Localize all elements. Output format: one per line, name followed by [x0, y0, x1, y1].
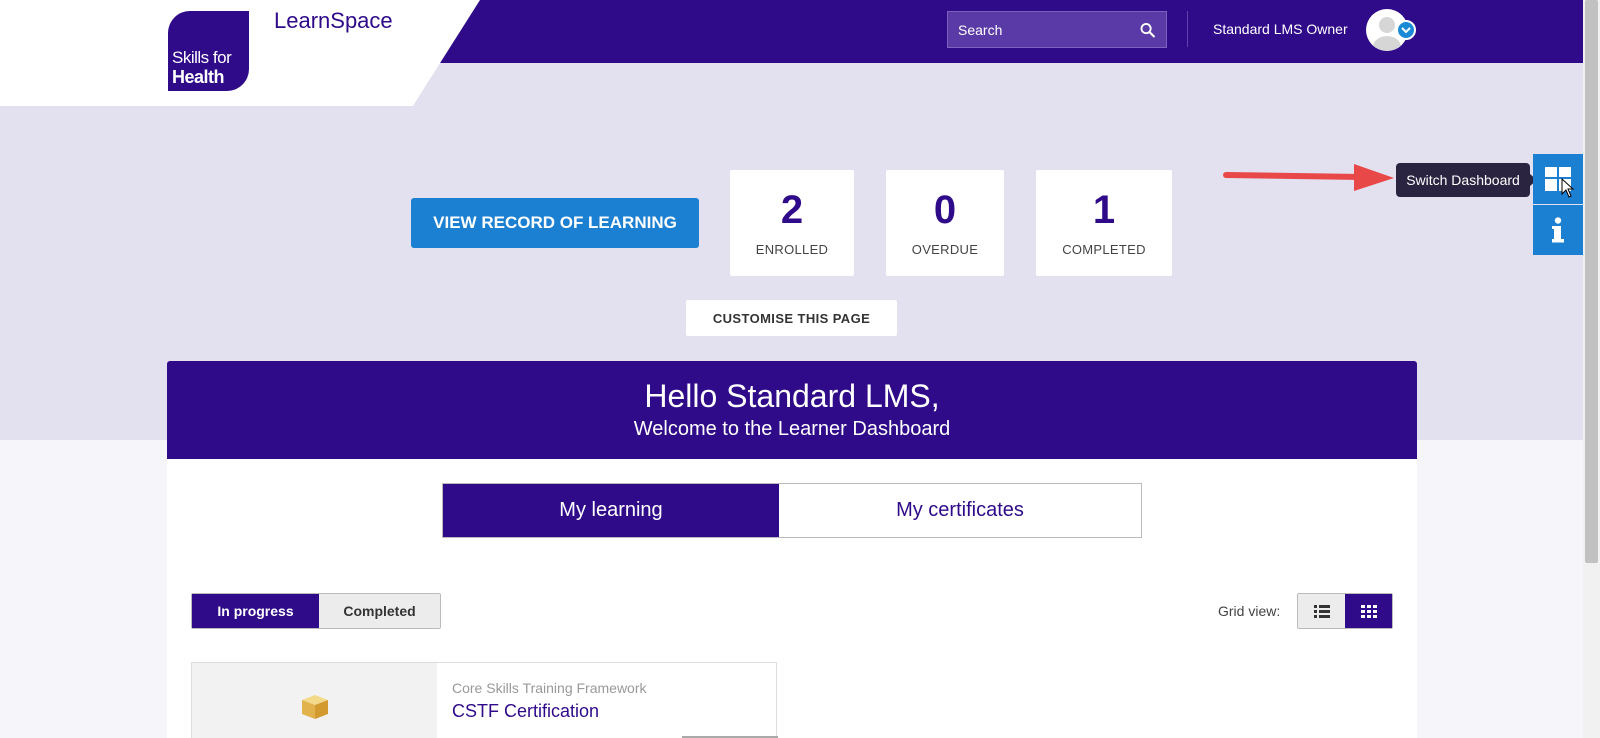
stat-overdue[interactable]: 0 OVERDUE	[886, 170, 1004, 276]
stat-enrolled-value: 2	[780, 188, 804, 232]
stat-completed[interactable]: 1 COMPLETED	[1036, 170, 1172, 276]
logo-line-2: Health	[172, 67, 225, 87]
welcome-greeting: Hello Standard LMS,	[644, 378, 940, 414]
header-divider	[1187, 11, 1188, 47]
customise-page-button[interactable]: CUSTOMISE THIS PAGE	[686, 300, 897, 336]
progress-filter: In progress Completed	[191, 593, 441, 629]
learning-tabs: My learning My certificates	[442, 483, 1142, 538]
search-input[interactable]	[958, 21, 1139, 38]
view-toggle	[1297, 593, 1393, 629]
filter-in-progress[interactable]: In progress	[192, 594, 319, 628]
stat-enrolled-label: ENROLLED	[755, 242, 829, 257]
course-framework: Core Skills Training Framework	[452, 680, 647, 696]
switch-dashboard-tooltip: Switch Dashboard	[1396, 163, 1537, 197]
stat-completed-label: COMPLETED	[1062, 242, 1146, 257]
course-thumbnail	[192, 663, 437, 738]
search-box[interactable]	[947, 11, 1167, 48]
stat-overdue-value: 0	[933, 188, 957, 232]
package-box-icon	[301, 695, 328, 719]
tab-my-certificates[interactable]: My certificates	[779, 484, 1141, 537]
list-icon	[1313, 604, 1330, 618]
user-menu-chevron-icon[interactable]	[1396, 20, 1416, 40]
stat-overdue-label: OVERDUE	[911, 242, 979, 257]
logo-line-1: Skills for	[172, 48, 232, 67]
annotation-arrow-icon	[1223, 164, 1394, 191]
scrollbar-thumb[interactable]	[1585, 0, 1598, 563]
switch-dashboard-button[interactable]	[1533, 154, 1583, 204]
user-name[interactable]: Standard LMS Owner	[1213, 21, 1348, 37]
page-scrollbar[interactable]	[1583, 0, 1600, 738]
list-view-button[interactable]	[1298, 594, 1345, 628]
grid-icon	[1360, 604, 1377, 618]
welcome-banner: Hello Standard LMS, Welcome to the Learn…	[167, 361, 1417, 459]
grid-view-button[interactable]	[1345, 594, 1392, 628]
stat-completed-value: 1	[1092, 188, 1116, 232]
search-icon[interactable]	[1139, 19, 1156, 41]
tab-my-learning[interactable]: My learning	[443, 484, 779, 537]
welcome-subtitle: Welcome to the Learner Dashboard	[633, 418, 951, 440]
course-title[interactable]: CSTF Certification	[452, 701, 599, 722]
skills-for-health-logo[interactable]: Skills for Health	[168, 11, 249, 91]
info-icon	[1552, 217, 1564, 243]
grid-view-label: Grid view:	[1218, 603, 1281, 619]
stat-enrolled[interactable]: 2 ENROLLED	[730, 170, 854, 276]
mouse-cursor-icon	[1561, 178, 1575, 198]
course-card[interactable]: Core Skills Training Framework CSTF Cert…	[191, 662, 778, 738]
view-record-of-learning-button[interactable]: VIEW RECORD OF LEARNING	[411, 198, 699, 248]
filter-completed[interactable]: Completed	[319, 594, 440, 628]
info-button[interactable]	[1533, 205, 1583, 255]
app-name[interactable]: LearnSpace	[274, 8, 393, 34]
